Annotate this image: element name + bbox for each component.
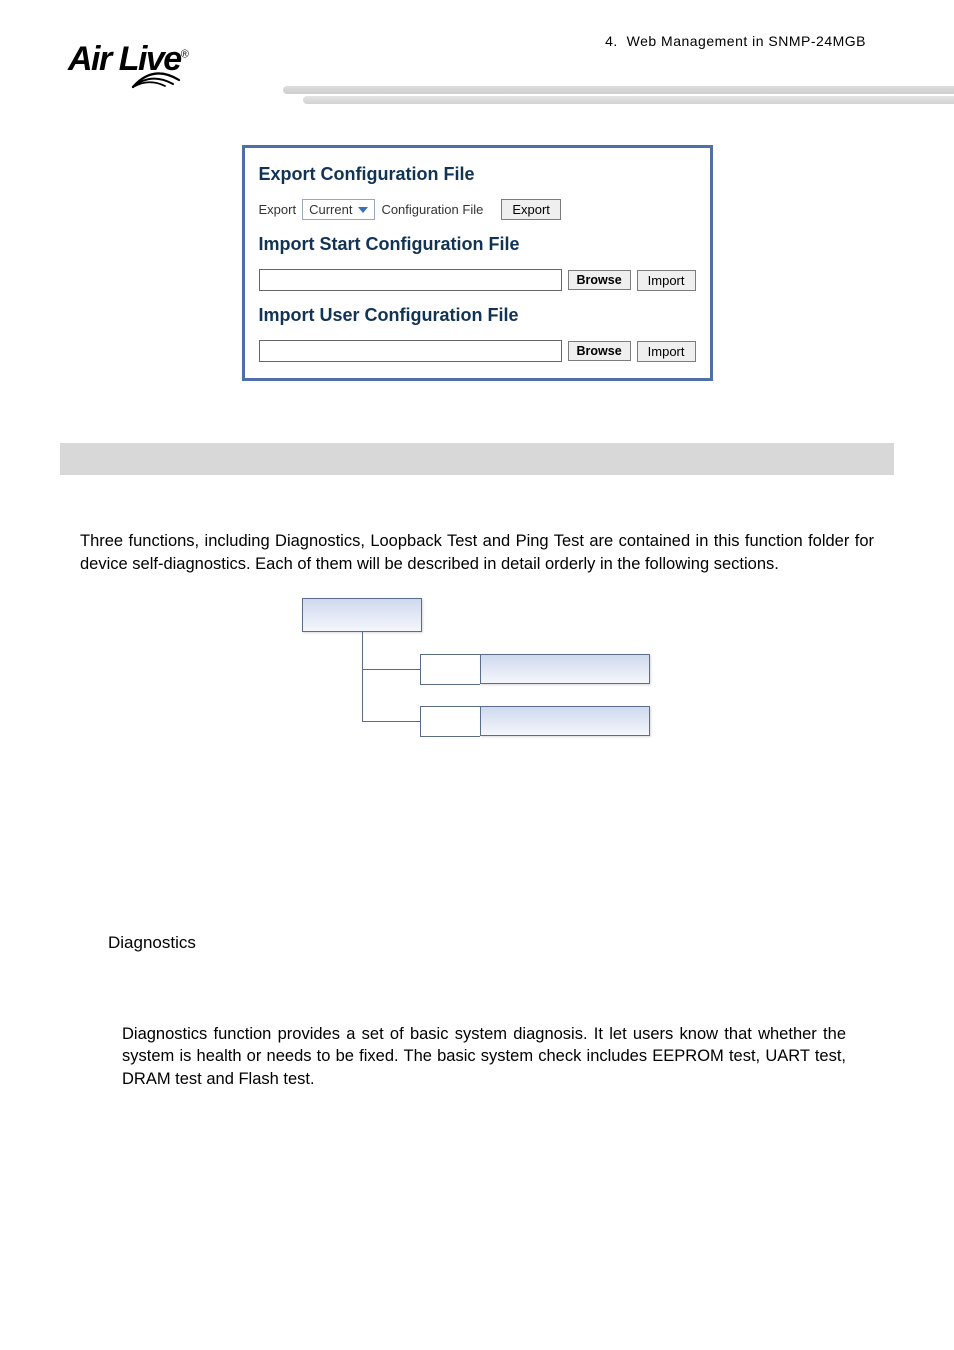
subsection-title: Diagnostics [108,933,954,953]
import-start-file-input[interactable] [259,269,562,291]
diagram-node [480,654,650,684]
import-user-file-input[interactable] [259,340,562,362]
export-suffix-label: Configuration File [381,202,483,217]
import-start-file-field[interactable] [260,270,561,290]
import-start-row: Browse Import [259,269,696,291]
breadcrumb: 4. Web Management in SNMP-24MGB [605,33,866,49]
panel-heading-import-user: Import User Configuration File [259,305,696,326]
import-user-file-field[interactable] [260,341,561,361]
config-file-panel: Export Configuration File Export Current… [242,145,713,381]
export-prefix-label: Export [259,202,297,217]
header-divider [283,86,954,108]
diagram-connector [420,706,480,707]
import-button[interactable]: Import [637,341,696,362]
logo-arcs-icon [131,64,201,89]
page-header: Air Live® 4. Web Management in SNMP-24MG… [0,0,954,110]
diagram-connector [420,684,480,685]
panel-heading-import-start: Import Start Configuration File [259,234,696,255]
diagram-connector [362,669,420,670]
section-heading-bar [60,443,894,475]
import-user-row: Browse Import [259,340,696,362]
export-button[interactable]: Export [501,199,561,220]
browse-button[interactable]: Browse [568,341,631,361]
diagram-node [302,598,422,632]
export-type-select[interactable]: Current [302,199,375,220]
diagram-connector [362,721,420,722]
section-intro-text: Three functions, including Diagnostics, … [80,530,874,576]
diagram-connector [420,654,421,684]
diagram-connector [420,736,480,737]
export-select-value: Current [309,202,352,217]
browse-button[interactable]: Browse [568,270,631,290]
subsection-body: Diagnostics function provides a set of b… [122,1023,846,1091]
diagram-connector [420,654,480,655]
diagnostics-tree-diagram [302,598,652,773]
export-row: Export Current Configuration File Export [259,199,696,220]
diagram-connector [420,706,421,736]
panel-heading-export: Export Configuration File [259,164,696,185]
diagram-node [480,706,650,736]
chevron-down-icon [358,207,368,213]
import-button[interactable]: Import [637,270,696,291]
brand-logo: Air Live® [68,40,187,79]
diagram-connector [362,632,363,722]
